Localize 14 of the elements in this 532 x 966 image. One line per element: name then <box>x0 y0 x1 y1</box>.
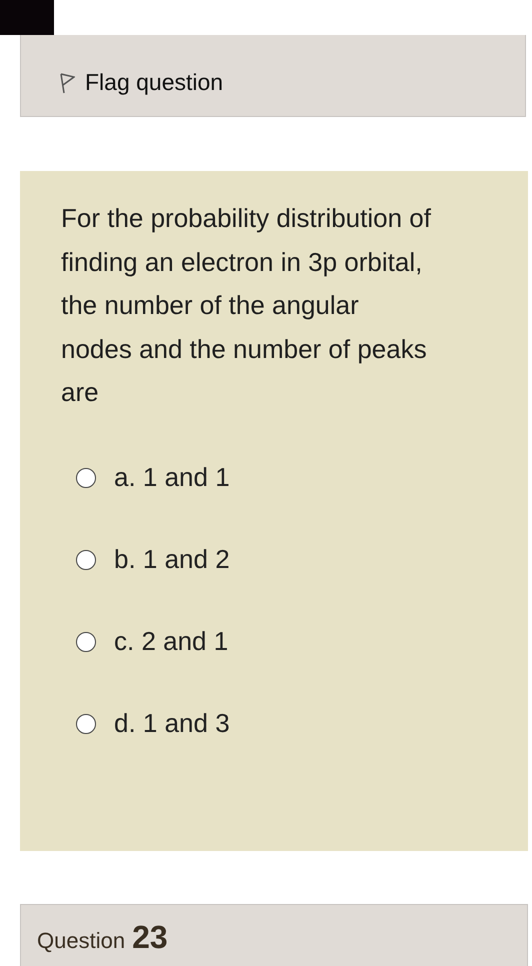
flag-icon <box>59 72 75 94</box>
radio-button[interactable] <box>76 468 96 488</box>
flag-question-link[interactable]: Flag question <box>59 69 224 96</box>
radio-button[interactable] <box>76 550 96 570</box>
radio-button[interactable] <box>76 714 96 734</box>
radio-button[interactable] <box>76 632 96 652</box>
option-label[interactable]: b. 1 and 2 <box>114 544 230 575</box>
redaction-block <box>0 0 54 35</box>
option-label[interactable]: c. 2 and 1 <box>114 626 228 657</box>
option-label[interactable]: a. 1 and 1 <box>114 462 230 493</box>
option-label[interactable]: d. 1 and 3 <box>114 708 230 739</box>
question-text: For the probability distribution of finding an electron in 3p orbital, the number of the angular nodes and the number of peaks are <box>61 202 432 409</box>
question-number: 23 <box>132 919 168 956</box>
question-label: Question <box>37 928 126 954</box>
